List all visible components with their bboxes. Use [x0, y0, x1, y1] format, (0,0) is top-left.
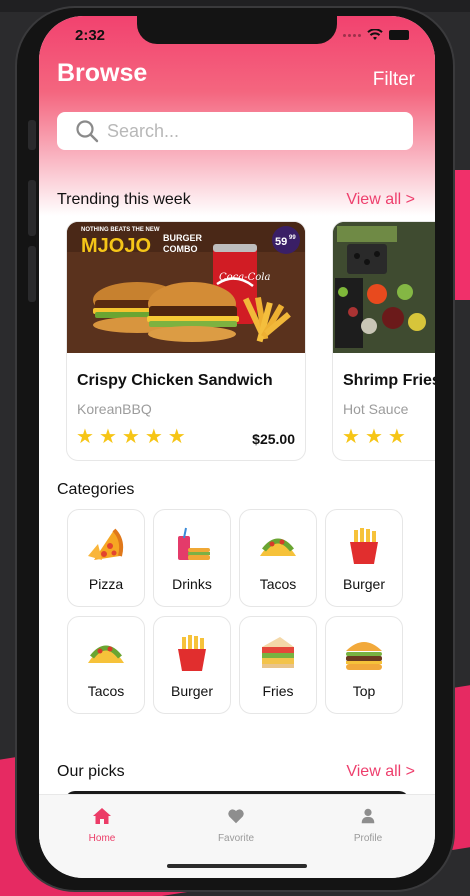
battery-icon	[389, 30, 409, 40]
category-label: Fries	[262, 683, 294, 699]
category-label: Burger	[342, 576, 386, 592]
picks-view-all-link[interactable]: View all >	[346, 763, 415, 781]
svg-text:99: 99	[289, 235, 296, 241]
search-icon	[76, 120, 99, 143]
fries-icon	[350, 528, 378, 564]
tab-label: Favorite	[217, 833, 255, 844]
tab-home[interactable]: Home	[57, 805, 147, 844]
category-top[interactable]: Top	[325, 616, 403, 714]
status-time: 2:32	[75, 27, 106, 44]
app-screen: 2:32 Browse Filter Trending this week Vi…	[39, 16, 435, 878]
category-label: Tacos	[259, 576, 297, 592]
price-badge: 59 99	[272, 226, 300, 254]
heart-icon	[228, 809, 244, 824]
tab-label: Profile	[353, 833, 383, 844]
burger-icon	[346, 642, 382, 670]
home-icon	[93, 808, 111, 824]
food-price: $25.00	[252, 431, 295, 447]
star-icon: ★	[387, 426, 406, 448]
status-icons	[343, 29, 409, 41]
food-name: Crispy Chicken Sandwich	[77, 372, 273, 389]
category-label: Pizza	[88, 576, 124, 592]
category-drinks[interactable]: Drinks	[153, 509, 231, 607]
category-label: Burger	[170, 683, 214, 699]
category-pizza[interactable]: Pizza	[67, 509, 145, 607]
category-label: Top	[352, 683, 376, 699]
category-tacos[interactable]: Tacos	[239, 509, 317, 607]
taco-icon	[260, 538, 296, 556]
signal-icon	[343, 33, 361, 37]
svg-text:NOTHING BEATS THE NEW: NOTHING BEATS THE NEW	[81, 227, 160, 233]
svg-text:MJOJO: MJOJO	[81, 235, 151, 257]
restaurant-name: KoreanBBQ	[77, 401, 152, 417]
food-image	[333, 222, 435, 353]
trending-title: Trending this week	[57, 191, 191, 208]
home-indicator	[167, 864, 307, 868]
sandwich-icon	[262, 637, 294, 668]
svg-text:Coca-Cola: Coca-Cola	[219, 272, 270, 283]
categories-title: Categories	[57, 481, 135, 498]
star-icon: ★	[76, 426, 94, 448]
category-burger[interactable]: Burger	[153, 616, 231, 714]
food-name: Shrimp Fries	[343, 372, 435, 389]
category-tacos[interactable]: Tacos	[67, 616, 145, 714]
volume-up-button	[28, 180, 36, 236]
wifi-icon	[367, 29, 383, 40]
star-icon: ★	[144, 426, 163, 448]
our-picks-title: Our picks	[57, 763, 125, 780]
tab-profile[interactable]: Profile	[323, 805, 413, 844]
category-label: Tacos	[87, 683, 125, 699]
pizza-icon	[88, 528, 124, 560]
category-burger[interactable]: Burger	[325, 509, 403, 607]
svg-text:BURGER: BURGER	[163, 233, 203, 243]
food-image: Coca-Cola NOTHING BEATS THE NEW MJOJO BU…	[67, 222, 305, 353]
tab-favorite[interactable]: Favorite	[191, 805, 281, 844]
svg-text:59: 59	[275, 236, 287, 248]
category-fries[interactable]: Fries	[239, 616, 317, 714]
rating-stars: ★ ★ ★	[342, 427, 406, 447]
trending-card[interactable]: Coca-Cola NOTHING BEATS THE NEW MJOJO BU…	[66, 221, 306, 461]
filter-button[interactable]: Filter	[373, 69, 415, 91]
fries-icon	[178, 635, 206, 671]
person-icon	[361, 808, 375, 824]
volume-down-button	[28, 246, 36, 302]
taco-icon	[88, 645, 124, 663]
search-bar[interactable]	[57, 112, 413, 150]
search-input[interactable]	[107, 120, 367, 142]
rating-stars: ★ ★ ★ ★ ★	[76, 427, 186, 447]
star-icon: ★	[167, 426, 186, 448]
mute-switch	[28, 120, 36, 150]
trending-view-all-link[interactable]: View all >	[346, 191, 415, 209]
svg-text:COMBO: COMBO	[163, 244, 198, 254]
tab-bar: Home Favorite Profile	[39, 794, 435, 878]
notch	[137, 16, 337, 44]
star-icon: ★	[364, 426, 383, 448]
star-icon: ★	[98, 426, 117, 448]
star-icon: ★	[342, 426, 360, 448]
page-title: Browse	[57, 59, 148, 87]
star-icon: ★	[121, 426, 140, 448]
category-label: Drinks	[172, 576, 212, 592]
trending-card[interactable]: Shrimp Fries Hot Sauce ★ ★ ★	[332, 221, 435, 461]
drinks-icon	[178, 527, 210, 560]
tab-label: Home	[88, 833, 116, 844]
restaurant-name: Hot Sauce	[343, 401, 409, 417]
